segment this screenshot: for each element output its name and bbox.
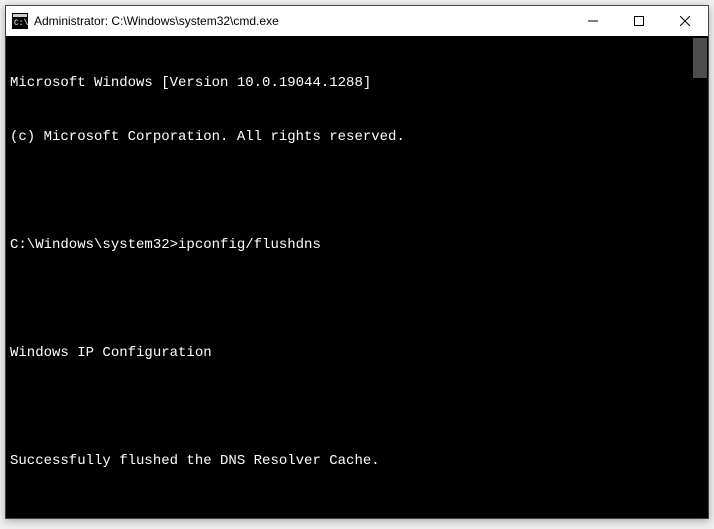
blank-line	[10, 182, 690, 200]
minimize-icon	[588, 16, 598, 26]
prompt-line: C:\Windows\system32>ipconfig/flushdns	[10, 236, 690, 254]
close-button[interactable]	[662, 6, 708, 36]
blank-line	[10, 506, 690, 518]
output-line: Windows IP Configuration	[10, 344, 690, 362]
output-line: Microsoft Windows [Version 10.0.19044.12…	[10, 74, 690, 92]
vertical-scrollbar[interactable]	[692, 36, 708, 518]
minimize-button[interactable]	[570, 6, 616, 36]
blank-line	[10, 398, 690, 416]
titlebar[interactable]: C:\ Administrator: C:\Windows\system32\c…	[6, 6, 708, 36]
output-line: (c) Microsoft Corporation. All rights re…	[10, 128, 690, 146]
titlebar-buttons	[570, 6, 708, 36]
prompt-path: C:\Windows\system32>	[10, 237, 178, 253]
svg-text:C:\: C:\	[14, 19, 28, 28]
blank-line	[10, 290, 690, 308]
close-icon	[680, 16, 690, 26]
scroll-thumb[interactable]	[693, 38, 707, 78]
maximize-button[interactable]	[616, 6, 662, 36]
window-title: Administrator: C:\Windows\system32\cmd.e…	[34, 14, 279, 28]
cmd-window: C:\ Administrator: C:\Windows\system32\c…	[5, 5, 709, 519]
console-area[interactable]: Microsoft Windows [Version 10.0.19044.12…	[6, 36, 708, 518]
typed-command: ipconfig/flushdns	[178, 237, 321, 253]
cmd-icon: C:\	[12, 13, 28, 29]
maximize-icon	[634, 16, 644, 26]
console-content: Microsoft Windows [Version 10.0.19044.12…	[10, 38, 690, 518]
output-line: Successfully flushed the DNS Resolver Ca…	[10, 452, 690, 470]
